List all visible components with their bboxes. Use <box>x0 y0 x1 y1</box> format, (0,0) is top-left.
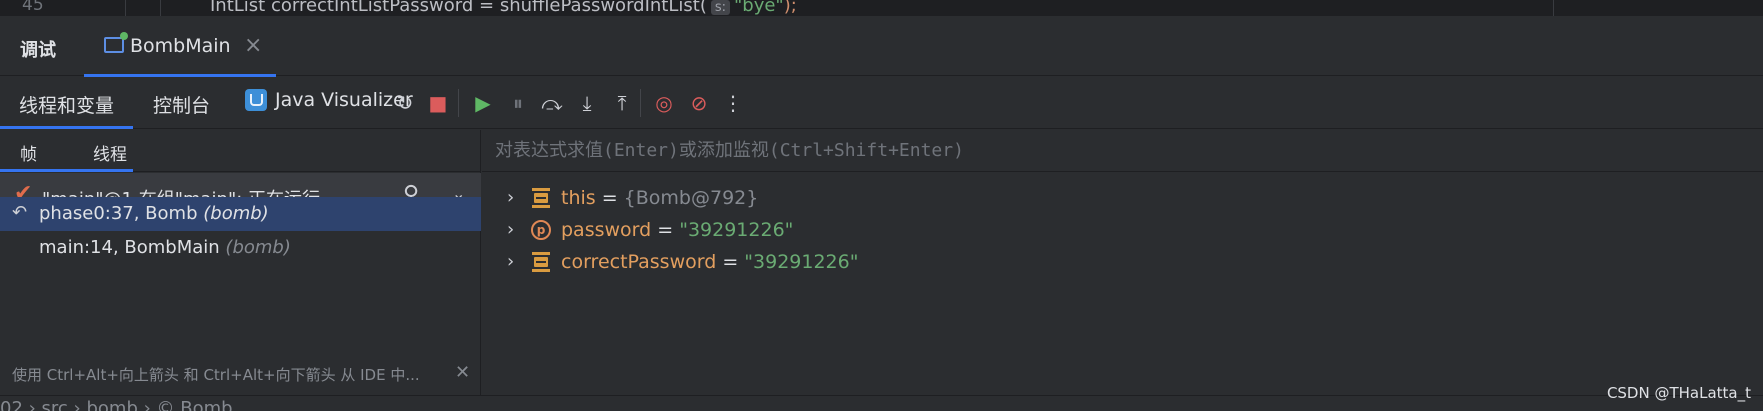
more-icon[interactable]: ⋮ <box>720 90 746 116</box>
java-visualizer-icon <box>245 89 267 111</box>
watermark: CSDN @THaLatta_t <box>1606 384 1751 402</box>
variable-value: "39291226" <box>744 251 859 273</box>
tab-console[interactable]: 控制台 <box>153 91 210 118</box>
chevron-right-icon[interactable]: › <box>507 187 514 208</box>
equals-sign: = <box>595 187 624 209</box>
line-number: 45 <box>22 0 44 15</box>
equals-sign: = <box>651 219 680 241</box>
frame-method: phase0:37, Bomb <box>39 203 198 224</box>
tab-java-visualizer[interactable]: Java Visualizer <box>245 89 413 111</box>
rerun-icon[interactable]: ↻ <box>392 90 418 116</box>
variables-panel: 对表达式求值(Enter)或添加监视(Ctrl+Shift+Enter) › t… <box>482 130 1763 395</box>
parameter-icon: p <box>531 220 551 240</box>
variable-row-correctpassword[interactable]: › correctPassword = "39291226" <box>482 246 1382 280</box>
evaluate-expression-input[interactable]: 对表达式求值(Enter)或添加监视(Ctrl+Shift+Enter) <box>482 130 1763 172</box>
variable-row-this[interactable]: › this = {Bomb@792} <box>482 182 1382 216</box>
code-suffix: ); <box>783 0 797 16</box>
variable-name: password <box>561 219 652 241</box>
session-tab-label: BombMain <box>130 35 231 57</box>
debug-tool-window-header: 调试 BombMain × <box>0 16 1763 77</box>
variable-value: "39291226" <box>679 219 794 241</box>
run-config-icon <box>104 32 128 53</box>
field-icon <box>532 188 550 208</box>
code-line[interactable]: IntList correctIntListPassword = shuffle… <box>210 0 797 16</box>
variable-value: {Bomb@792} <box>623 187 759 209</box>
frame-row[interactable]: ↶ phase0:37, Bomb (bomb) <box>0 197 481 231</box>
frame-row[interactable]: main:14, BombMain (bomb) <box>0 231 481 265</box>
frames-panel: 帧 线程 ✔ "main"@1 在组"main": 正在运行 ⚲ ⌄ ↶ pha… <box>0 130 481 395</box>
debugger-toolbar: 线程和变量 控制台 Java Visualizer ↻ ■ ▶ ⏸ ⤼ ⤓ ⤒ ◎ ⊘ ⋮ <box>0 77 1763 129</box>
breadcrumb-text[interactable]: 02 › src › bomb › © Bomb <box>0 398 233 411</box>
frames-threads-tabs: 帧 线程 <box>0 130 481 172</box>
frame-method: main:14, BombMain <box>39 237 220 258</box>
view-breakpoints-icon[interactable]: ◎ <box>651 90 677 116</box>
navigation-hint: 使用 Ctrl+Alt+向上箭头 和 Ctrl+Alt+向下箭头 从 IDE 中… <box>12 366 420 384</box>
variable-text: this = {Bomb@792} <box>561 187 758 209</box>
code-text: IntList correctIntListPassword = shuffle… <box>210 0 707 16</box>
chevron-right-icon[interactable]: › <box>507 219 514 240</box>
chevron-right-icon[interactable]: › <box>507 251 514 272</box>
pause-icon[interactable]: ⏸ <box>505 90 531 116</box>
equals-sign: = <box>716 251 745 273</box>
breadcrumb: 02 › src › bomb › © Bomb <box>0 395 1763 411</box>
return-arrow-icon: ↶ <box>12 202 28 223</box>
variable-text: password = "39291226" <box>561 219 793 241</box>
param-hint: s: <box>710 0 730 15</box>
tool-window-title: 调试 <box>20 40 56 61</box>
active-tab-indicator <box>0 126 133 129</box>
tab-threads-and-variables[interactable]: 线程和变量 <box>19 91 114 118</box>
variable-row-password[interactable]: › p password = "39291226" <box>482 214 1382 248</box>
step-into-icon[interactable]: ⤓ <box>574 90 600 116</box>
variable-text: correctPassword = "39291226" <box>561 251 858 273</box>
tab-threads[interactable]: 线程 <box>93 140 127 165</box>
string-literal: "bye" <box>734 0 784 16</box>
gutter-divider <box>160 0 161 16</box>
tab-frames[interactable]: 帧 <box>20 140 37 165</box>
frame-package: (bomb) <box>225 237 291 258</box>
session-tab-bombmain[interactable]: BombMain × <box>84 16 276 77</box>
right-margin-guide <box>1553 0 1554 16</box>
toolbar-separator <box>640 89 641 117</box>
stop-icon[interactable]: ■ <box>425 90 451 116</box>
field-icon <box>532 252 550 272</box>
close-icon[interactable]: ✕ <box>455 362 470 383</box>
step-over-icon[interactable]: ⤼ <box>539 90 565 116</box>
editor-strip: 45 IntList correctIntListPassword = shuf… <box>0 0 1763 16</box>
variable-name: correctPassword <box>561 251 717 273</box>
mute-breakpoints-icon[interactable]: ⊘ <box>686 90 712 116</box>
close-icon[interactable]: × <box>244 33 262 58</box>
frame-package: (bomb) <box>203 203 269 224</box>
resume-icon[interactable]: ▶ <box>470 90 496 116</box>
frame-label: main:14, BombMain (bomb) <box>39 237 291 258</box>
frame-label: phase0:37, Bomb (bomb) <box>39 203 269 224</box>
variable-name: this <box>561 187 596 209</box>
step-out-icon[interactable]: ⤒ <box>609 90 635 116</box>
active-tab-indicator <box>0 169 133 172</box>
toolbar-separator <box>458 89 459 117</box>
gutter-divider <box>125 0 126 16</box>
